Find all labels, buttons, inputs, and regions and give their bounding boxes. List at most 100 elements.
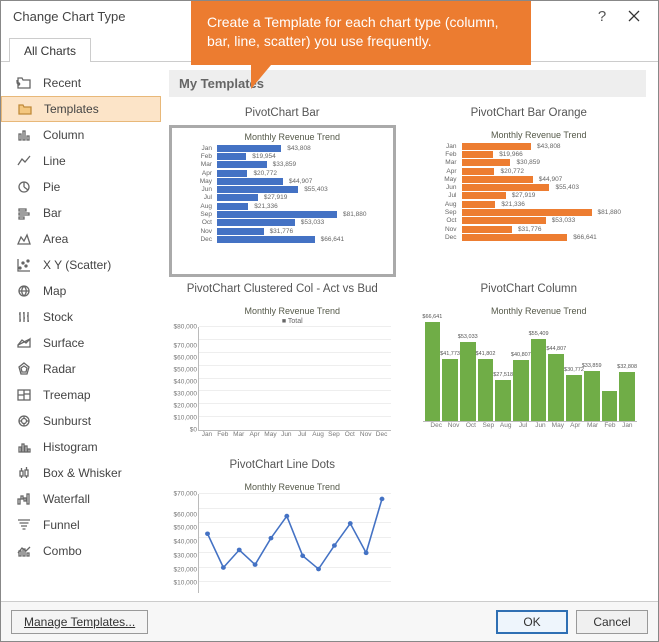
change-chart-type-dialog: Create a Template for each chart type (c… [0, 0, 659, 642]
recent-icon [15, 75, 33, 91]
column-bars: $66,641$41,773$53,033$41,802$27,518$40,8… [423, 318, 638, 421]
sidebar-label: Surface [43, 336, 84, 350]
template-pivotchart-line-dots[interactable]: PivotChart Line Dots Monthly Revenue Tre… [169, 459, 396, 593]
hint-tooltip: Create a Template for each chart type (c… [191, 1, 531, 65]
column-icon [15, 127, 33, 143]
sidebar-label: Sunburst [43, 414, 91, 428]
sidebar-item-stock[interactable]: Stock [1, 304, 161, 330]
chart-thumbnail: Monthly Revenue Trend ■ Total $0$10,000$… [169, 301, 396, 453]
cancel-button[interactable]: Cancel [576, 610, 648, 634]
help-button[interactable]: ? [586, 2, 618, 30]
chart-thumbnail: Monthly Revenue Trend $66,641$41,773$53,… [416, 301, 643, 453]
sidebar-label: Map [43, 284, 66, 298]
template-pivotchart-bar[interactable]: PivotChart Bar Monthly Revenue Trend Jan… [169, 107, 396, 277]
bar-icon [15, 205, 33, 221]
sidebar-item-treemap[interactable]: Treemap [1, 382, 161, 408]
line-path [199, 494, 391, 593]
column-chart-area: $66,641$41,773$53,033$41,802$27,518$40,8… [423, 318, 638, 422]
chart-type-sidebar: Recent Templates Column Line Pie Bar [1, 62, 161, 601]
templates-panel: My Templates PivotChart Bar Monthly Reve… [161, 62, 658, 601]
template-pivotchart-column[interactable]: PivotChart Column Monthly Revenue Trend … [416, 283, 643, 453]
template-name: PivotChart Bar Orange [471, 107, 587, 121]
manage-templates-button[interactable]: Manage Templates... [11, 610, 148, 634]
chart-thumbnail: Monthly Revenue Trend $0$10,000$20,000$3… [169, 477, 396, 593]
chart-title: Monthly Revenue Trend [194, 306, 391, 316]
chart-legend: ■ Total [194, 318, 391, 325]
templates-icon [16, 101, 34, 117]
sidebar-item-funnel[interactable]: Funnel [1, 512, 161, 538]
waterfall-icon [15, 491, 33, 507]
sidebar-label: Recent [43, 76, 81, 90]
funnel-icon [15, 517, 33, 533]
sidebar-item-radar[interactable]: Radar [1, 356, 161, 382]
tab-all-charts[interactable]: All Charts [9, 38, 91, 62]
sidebar-item-bar[interactable]: Bar [1, 200, 161, 226]
sidebar-label: Column [43, 128, 84, 142]
template-pivotchart-clustered-col[interactable]: PivotChart Clustered Col - Act vs Bud Mo… [169, 283, 396, 453]
combo-icon [15, 543, 33, 559]
sidebar-label: Stock [43, 310, 73, 324]
y-axis-labels: $0$10,000$20,000$30,000$40,000$50,000$60… [173, 494, 197, 593]
sidebar-label: Waterfall [43, 492, 90, 506]
templates-header: My Templates [169, 70, 646, 97]
line-icon [15, 153, 33, 169]
scatter-icon [15, 257, 33, 273]
ok-button[interactable]: OK [496, 610, 568, 634]
sidebar-item-line[interactable]: Line [1, 148, 161, 174]
template-name: PivotChart Clustered Col - Act vs Bud [187, 283, 378, 297]
sidebar-item-pie[interactable]: Pie [1, 174, 161, 200]
column-chart-area: $0$10,000$20,000$30,000$40,000$50,000$60… [198, 327, 391, 431]
bar-chart-orange: Jan$43,808Feb$19,966Mar$30,859Apr$20,772… [441, 142, 638, 242]
sidebar-label: Line [43, 154, 66, 168]
sidebar-item-area[interactable]: Area [1, 226, 161, 252]
sidebar-label: Templates [44, 102, 99, 116]
sidebar-label: X Y (Scatter) [43, 258, 111, 272]
sidebar-label: Treemap [43, 388, 91, 402]
sidebar-item-scatter[interactable]: X Y (Scatter) [1, 252, 161, 278]
y-axis-labels: $0$10,000$20,000$30,000$40,000$50,000$60… [173, 327, 197, 430]
sidebar-item-waterfall[interactable]: Waterfall [1, 486, 161, 512]
sidebar-label: Funnel [43, 518, 80, 532]
radar-icon [15, 361, 33, 377]
sidebar-item-surface[interactable]: Surface [1, 330, 161, 356]
sidebar-item-recent[interactable]: Recent [1, 70, 161, 96]
column-bars [199, 327, 391, 430]
sunburst-icon [15, 413, 33, 429]
template-pivotchart-bar-orange[interactable]: PivotChart Bar Orange Monthly Revenue Tr… [416, 107, 643, 277]
chart-thumbnail: Monthly Revenue Trend Jan$43,808Feb$19,9… [169, 125, 396, 277]
close-button[interactable] [618, 2, 650, 30]
pie-icon [15, 179, 33, 195]
line-chart-area: $0$10,000$20,000$30,000$40,000$50,000$60… [198, 494, 391, 593]
template-name: PivotChart Column [480, 283, 577, 297]
sidebar-label: Histogram [43, 440, 98, 454]
map-icon [15, 283, 33, 299]
sidebar-item-histogram[interactable]: Histogram [1, 434, 161, 460]
chart-thumbnail: Monthly Revenue Trend Jan$43,808Feb$19,9… [416, 125, 643, 277]
sidebar-item-boxwhisker[interactable]: Box & Whisker [1, 460, 161, 486]
dialog-body: Recent Templates Column Line Pie Bar [1, 62, 658, 601]
sidebar-label: Pie [43, 180, 60, 194]
sidebar-label: Bar [43, 206, 62, 220]
area-icon [15, 231, 33, 247]
template-name: PivotChart Bar [245, 107, 320, 121]
sidebar-item-combo[interactable]: Combo [1, 538, 161, 564]
chart-title: Monthly Revenue Trend [196, 132, 389, 142]
histogram-icon [15, 439, 33, 455]
bar-chart-blue: Jan$43,808Feb$19,954Mar$33,859Apr$20,772… [196, 144, 389, 244]
sidebar-label: Radar [43, 362, 76, 376]
surface-icon [15, 335, 33, 351]
sidebar-item-column[interactable]: Column [1, 122, 161, 148]
sidebar-label: Box & Whisker [43, 466, 122, 480]
boxwhisker-icon [15, 465, 33, 481]
chart-title: Monthly Revenue Trend [441, 130, 638, 140]
close-icon [628, 10, 640, 22]
chart-title: Monthly Revenue Trend [441, 306, 638, 316]
template-grid: PivotChart Bar Monthly Revenue Trend Jan… [169, 107, 646, 593]
sidebar-item-templates[interactable]: Templates [1, 96, 161, 122]
dialog-footer: Manage Templates... OK Cancel [1, 601, 658, 641]
sidebar-item-map[interactable]: Map [1, 278, 161, 304]
sidebar-item-sunburst[interactable]: Sunburst [1, 408, 161, 434]
sidebar-label: Area [43, 232, 68, 246]
sidebar-label: Combo [43, 544, 82, 558]
stock-icon [15, 309, 33, 325]
